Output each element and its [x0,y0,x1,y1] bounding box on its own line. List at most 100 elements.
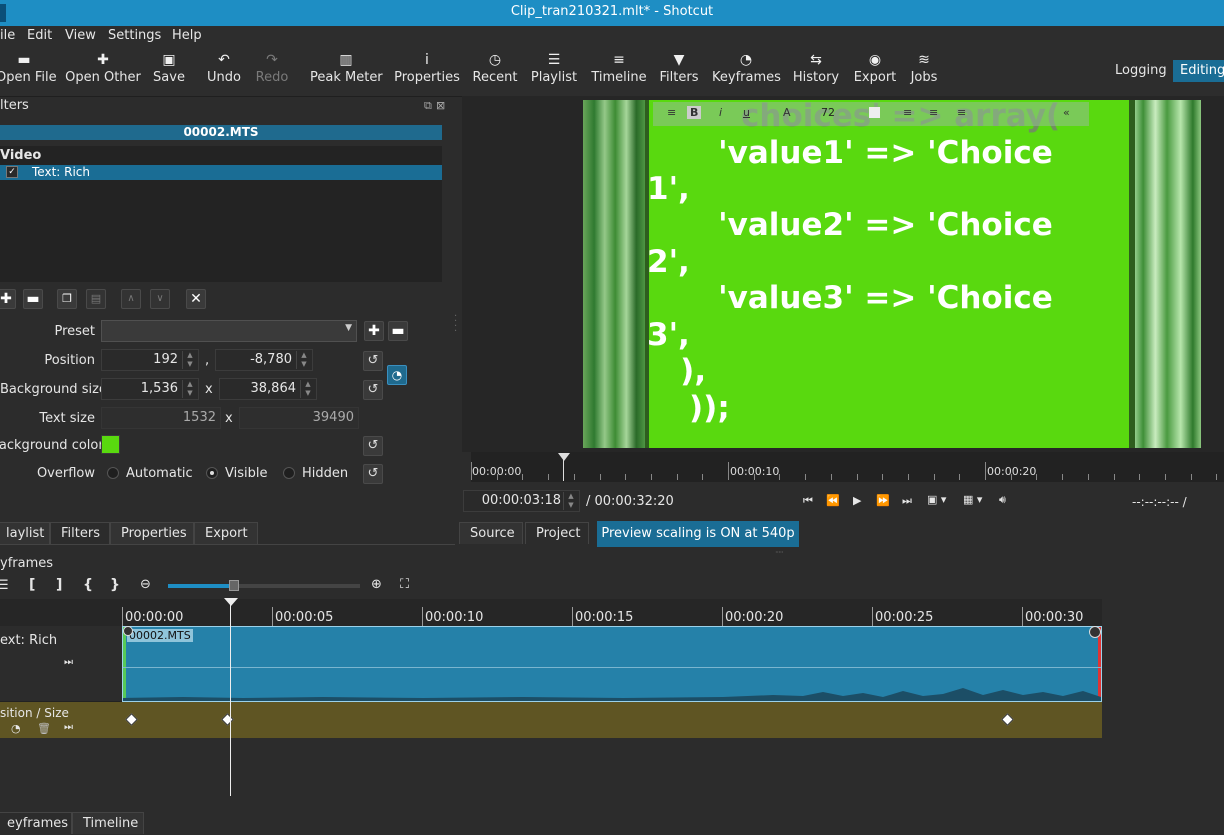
spin-arrows-icon[interactable]: ▲ ▼ [300,380,314,398]
spin-arrows-icon[interactable]: ▲ ▼ [182,380,196,398]
copy-filters-icon[interactable]: ❐ [57,289,77,309]
spin-arrows-icon[interactable]: ▲ ▼ [563,492,577,510]
filters-button[interactable]: ▼ Filters [658,50,700,85]
zoom-fit-icon[interactable]: ▣ ▾ [927,493,946,506]
history-button[interactable]: ⇆ History [792,50,840,85]
trash-icon[interactable]: 🗑︎ [37,722,51,735]
overflow-visible-radio[interactable] [206,467,218,479]
menu-icon[interactable]: ≡ [667,106,676,119]
volume-icon[interactable]: 🔊︎ [999,493,1006,507]
recent-button[interactable]: ◷ Recent [472,50,518,85]
move-down-icon[interactable]: ∨ [150,289,170,309]
seek-icon[interactable]: ⏭ [64,657,73,668]
filter-item-text-rich[interactable]: ✓ Text: Rich [0,165,442,180]
save-preset-button[interactable]: ✚ [364,321,384,341]
keyframes-button[interactable]: ◔ Keyframes [712,50,781,85]
clip-block[interactable]: 00002.MTS [122,626,1102,702]
float-icon[interactable]: ⧉ [424,99,432,113]
spin-arrows-icon[interactable]: ▲ ▼ [296,351,310,369]
reset-position-icon[interactable]: ↺ [363,351,383,371]
tab-export[interactable]: Export [194,522,258,544]
splitter-handle-icon[interactable]: ····· [775,548,784,557]
tab-timeline[interactable]: Timeline [72,812,144,834]
menu-help[interactable]: Help [172,28,202,43]
open-file-button[interactable]: ▬ Open File [0,50,57,85]
keyframe-stopwatch-icon[interactable]: ◔ [387,365,407,385]
editing-mode-button[interactable]: Editing [1173,60,1224,82]
font-size-icon[interactable]: A [783,106,791,119]
logging-mode-button[interactable]: Logging [1108,60,1174,82]
fast-forward-icon[interactable]: ⏩ [876,494,890,507]
play-icon[interactable]: ▶ [853,494,861,507]
preset-combobox[interactable]: ▼ [101,320,357,342]
seek-out-icon[interactable]: ] [56,577,62,593]
redo-button[interactable]: ↷ Redo [254,50,290,85]
align-left-icon[interactable]: ≡ [903,106,912,119]
reset-overflow-icon[interactable]: ↺ [363,464,383,484]
move-up-icon[interactable]: ∧ [121,289,141,309]
seek-icon[interactable]: ⏭ [64,722,73,733]
close-panel-icon[interactable]: ⊠ [436,99,445,112]
overflow-automatic-radio[interactable] [107,467,119,479]
align-center-icon[interactable]: ≡ [929,106,938,119]
export-button[interactable]: ◉ Export [852,50,898,85]
tab-project[interactable]: Project [525,522,589,544]
menu-view[interactable]: View [65,28,96,43]
stopwatch-icon[interactable]: ◔ [11,722,21,735]
delete-preset-button[interactable]: ▬ [388,321,408,341]
save-button[interactable]: ▣ Save [150,50,188,85]
menu-settings[interactable]: Settings [108,28,161,43]
zoom-out-icon[interactable]: ⊖ [140,577,151,592]
more-icon[interactable]: « [1063,106,1070,119]
position-x-input[interactable]: 192 ▲ ▼ [101,349,199,371]
overflow-hidden-radio[interactable] [283,467,295,479]
deselect-filter-icon[interactable]: ✕ [186,289,206,309]
add-filter-button[interactable]: ✚ [0,289,16,309]
undo-button[interactable]: ↶ Undo [204,50,244,85]
fade-out-handle[interactable] [1089,626,1101,638]
reset-color-icon[interactable]: ↺ [363,436,383,456]
tab-properties[interactable]: Properties [110,522,194,544]
peak-meter-button[interactable]: ▥ Peak Meter [310,50,383,85]
tab-keyframes[interactable]: eyframes [0,812,72,834]
jobs-button[interactable]: ≋ Jobs [908,50,940,85]
zoom-fit-icon[interactable]: ⛶ [400,577,409,592]
fade-in-handle[interactable] [123,626,133,636]
previous-keyframe-icon[interactable]: { [83,577,93,593]
splitter-handle-icon[interactable]: · · · · [454,312,457,337]
zoom-in-icon[interactable]: ⊕ [371,577,382,592]
timeline-button[interactable]: ≡ Timeline [590,50,648,85]
grid-icon[interactable]: ▦ ▾ [963,493,982,506]
timeline-playhead-icon[interactable] [224,598,238,606]
align-right-icon[interactable]: ≡ [957,106,966,119]
skip-next-icon[interactable]: ⏭ [902,494,912,508]
zoom-slider-handle[interactable] [229,580,239,591]
skip-previous-icon[interactable]: ⏮ [803,494,813,508]
background-color-swatch[interactable] [101,435,120,454]
paste-filters-icon[interactable]: ▤ [86,289,106,309]
background-width-input[interactable]: 1,536 ▲ ▼ [101,378,199,400]
playlist-button[interactable]: ☰ Playlist [530,50,578,85]
tab-playlist[interactable]: laylist [0,522,50,544]
italic-icon[interactable]: i [719,106,722,119]
spin-arrows-icon[interactable]: ▲ ▼ [182,351,196,369]
open-other-button[interactable]: ✚ Open Other [64,50,142,85]
player-playhead-icon[interactable] [558,453,570,461]
player-ruler[interactable] [471,452,1224,482]
video-preview[interactable]: choices' => array( 'value1' => 'Choice 1… [583,100,1201,448]
tab-filters[interactable]: Filters [50,522,110,544]
menu-file[interactable]: ile [0,28,15,43]
properties-button[interactable]: i Properties [394,50,460,85]
seek-in-icon[interactable]: [ [29,577,35,593]
menu-icon[interactable]: ☰ [0,578,9,593]
underline-icon[interactable]: u [743,106,750,119]
bold-icon[interactable]: B [687,106,702,119]
timecode-input[interactable]: 00:00:03:18 ▲ ▼ [463,490,580,512]
background-height-input[interactable]: 38,864 ▲ ▼ [219,378,317,400]
text-color-swatch[interactable] [869,107,880,118]
parameter-row[interactable] [122,702,1102,738]
reset-size-icon[interactable]: ↺ [363,380,383,400]
remove-filter-button[interactable]: ▬ [23,289,43,309]
rewind-icon[interactable]: ⏪ [826,494,840,507]
position-y-input[interactable]: -8,780 ▲ ▼ [215,349,313,371]
